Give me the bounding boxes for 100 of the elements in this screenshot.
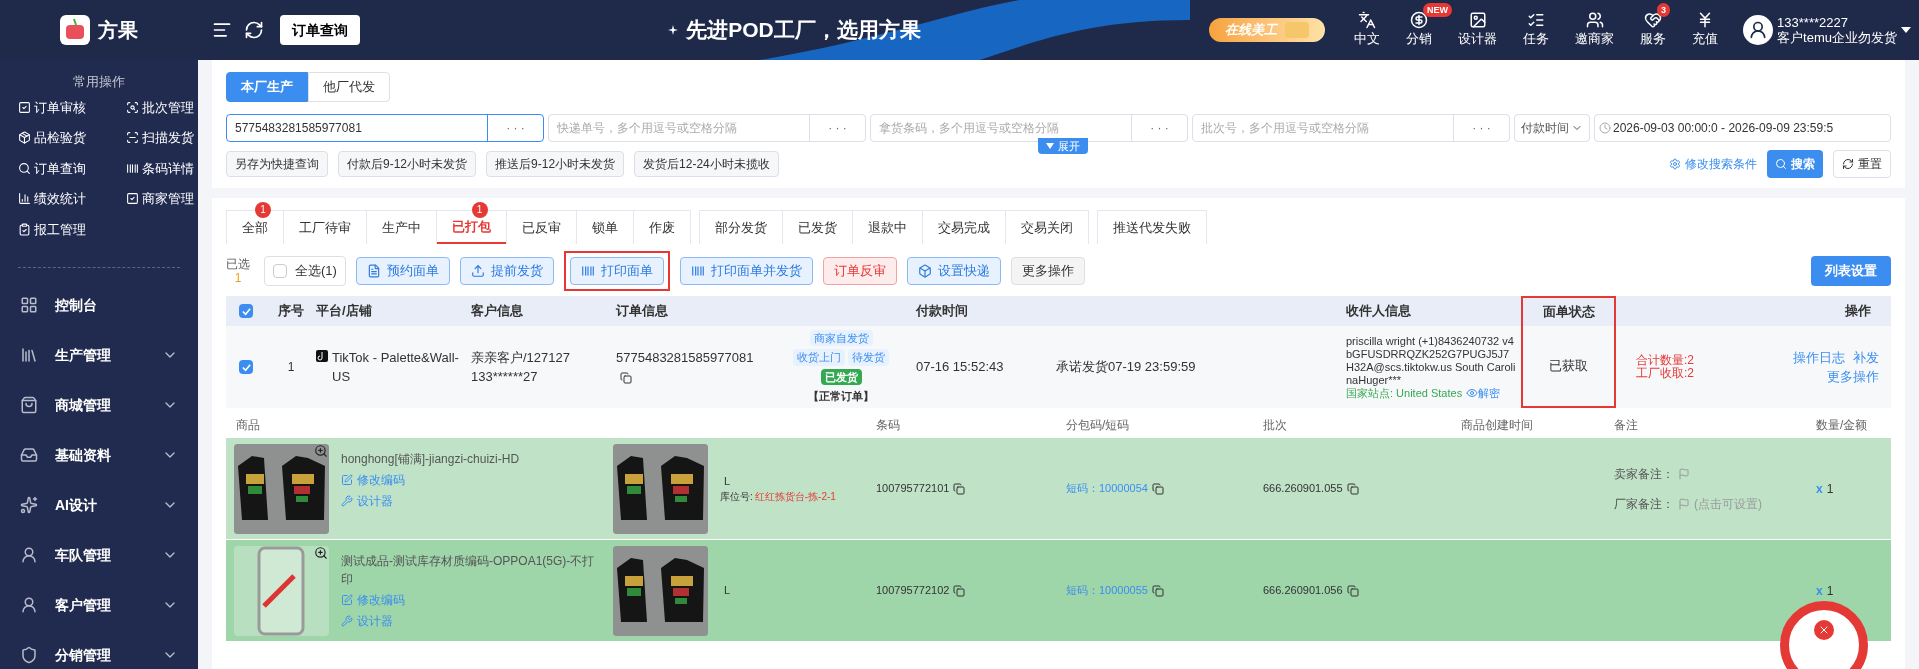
reset-button[interactable]: 重置 (1833, 150, 1891, 178)
selected-count: 1 (234, 271, 242, 285)
status-tab[interactable]: 锁单 (577, 211, 633, 244)
edit-icon (341, 593, 353, 606)
menu-item[interactable]: 基础资料 (0, 430, 198, 480)
more-button[interactable]: · · · (1131, 115, 1187, 141)
edit-conditions-link[interactable]: 修改搜索条件 (1669, 155, 1757, 173)
quick-query-button[interactable]: 发货后12-24小时未揽收 (634, 151, 779, 177)
quick-link[interactable]: 绩效统计 (18, 189, 108, 209)
order-type: 【正常订单】 (808, 389, 874, 404)
column-header: 操作 (1844, 302, 1872, 321)
status-tab[interactable]: 交易关闭 (1006, 211, 1088, 244)
menu-item[interactable]: 车队管理 (0, 530, 198, 580)
source-tab[interactable]: 他厂代发 (308, 72, 390, 102)
menu-icon[interactable] (212, 20, 232, 40)
refresh-icon[interactable] (244, 20, 264, 40)
action-button[interactable]: 提前发货 (459, 257, 554, 285)
status-tab[interactable]: 交易完成 (923, 211, 1005, 244)
quick-link[interactable]: 订单审核 (18, 97, 108, 117)
chart-icon (18, 192, 31, 206)
date-range-field[interactable]: 2026-09-03 00:00:0 - 2026-09-09 23:59:5 (1594, 114, 1891, 142)
nav-button[interactable]: 中文 (1341, 11, 1394, 49)
short-code: 短码：10000054 (1066, 481, 1148, 497)
action-button[interactable]: 设置快递 (906, 257, 1001, 285)
column-header: 批次 (1263, 417, 1288, 434)
search-field[interactable]: 拿货条码，多个用逗号或空格分隔 · · · (870, 114, 1188, 142)
menu-item[interactable]: 分销管理 (0, 630, 198, 669)
copy-icon[interactable] (1346, 482, 1359, 495)
quick-link[interactable]: 品检验货 (18, 128, 108, 148)
time-select[interactable]: 付款时间 (1514, 114, 1590, 142)
header-checkbox[interactable] (239, 304, 253, 318)
menu-item[interactable]: 生产管理 (0, 330, 198, 380)
search-field[interactable]: 批次号，多个用逗号或空格分隔 · · · (1192, 114, 1510, 142)
copy-icon[interactable] (620, 371, 632, 384)
row-checkbox[interactable] (239, 360, 253, 374)
status-tab[interactable]: 生产中 (367, 211, 436, 244)
copy-icon[interactable] (953, 584, 966, 597)
quick-query-button[interactable]: 另存为快捷查询 (226, 151, 328, 177)
menu-item[interactable]: 商城管理 (0, 380, 198, 430)
column-header: 收件人信息 (1346, 302, 1412, 321)
promo-text: 在线美工 (1225, 21, 1278, 40)
copy-icon[interactable] (1151, 482, 1164, 495)
document-icon (366, 264, 381, 278)
status-tab[interactable]: 已反审 (507, 211, 576, 244)
quick-link[interactable]: 条码详情 (126, 158, 198, 178)
column-header: 数量/金额 (1816, 417, 1869, 434)
more-button[interactable]: · · · (809, 115, 865, 141)
quick-link[interactable]: 报工管理 (18, 219, 108, 239)
zoom-icon[interactable] (314, 443, 328, 458)
quantity: 1 (1826, 480, 1834, 498)
status-tab[interactable]: 作废 (634, 211, 690, 244)
select-all-checkbox[interactable]: 全选(1) (264, 256, 346, 286)
action-button[interactable]: 打印面单 (569, 257, 664, 285)
quick-link[interactable]: 扫描发货 (126, 128, 198, 148)
action-button[interactable]: 更多操作 (1010, 257, 1085, 285)
page-tab[interactable]: 订单查询 (280, 15, 360, 45)
size-text: L (723, 473, 732, 489)
menu-item[interactable]: AI设计 (0, 480, 198, 530)
selected-label: 已选 (226, 257, 250, 271)
action-button[interactable]: 打印面单并发货 (679, 257, 813, 285)
check-icon (241, 306, 251, 316)
quick-link[interactable]: 批次管理 (126, 97, 198, 117)
menu-item[interactable]: 控制台 (0, 280, 198, 330)
status-tab[interactable]: 已发货 (783, 211, 852, 244)
avatar[interactable] (1743, 15, 1774, 45)
quick-query-button[interactable]: 推送后9-12小时未发货 (486, 151, 625, 177)
person-icon (20, 546, 38, 564)
recipient-info: priscilla wright (+1)8436240732 v4bGFUSDRRQZK252G7PUGJ5J7H32A@scs.tiktokw.us South CarolinaHuger*** (1346, 334, 1517, 387)
users-icon (1585, 11, 1604, 30)
status-tab[interactable]: 退款中 (853, 211, 922, 244)
search-field[interactable]: 快递单号，多个用逗号或空格分隔 · · · (548, 114, 866, 142)
status-tab[interactable]: 工厂待审 (284, 211, 366, 244)
copy-icon[interactable] (1151, 584, 1164, 597)
more-button[interactable]: · · · (1453, 115, 1509, 141)
quick-link[interactable]: 订单查询 (18, 158, 108, 178)
quick-link[interactable]: 商家管理 (126, 189, 198, 209)
status-tab[interactable]: 推送代发失败 (1098, 211, 1206, 244)
dropdown-icon[interactable] (1901, 27, 1911, 33)
count-badge: 1 (471, 202, 488, 218)
zoom-icon[interactable] (314, 545, 328, 560)
quick-query-button[interactable]: 付款后9-12小时未发货 (338, 151, 477, 177)
copy-icon[interactable] (953, 482, 966, 495)
nav-button[interactable]: 任务 (1510, 11, 1563, 49)
action-button[interactable]: 预约面单 (355, 257, 450, 285)
customer-info: 亲亲客户/127127 133******27 (471, 348, 571, 386)
status-tab[interactable]: 部分发货 (700, 211, 782, 244)
promise-time: 承诺发货07-19 23:59:59 (1056, 358, 1197, 377)
search-field[interactable]: 5775483281585977081 · · · (226, 114, 544, 142)
grid-icon (20, 296, 38, 314)
action-button[interactable]: 订单反审 (822, 257, 897, 285)
refresh-icon (1842, 158, 1854, 170)
nav-button[interactable]: 邀商家 (1562, 11, 1628, 49)
copy-icon[interactable] (1346, 584, 1359, 597)
menu-item[interactable]: 客户管理 (0, 580, 198, 630)
row-index: 1 (286, 359, 296, 376)
order-tag: 已发货 (820, 368, 862, 385)
more-button[interactable]: · · · (487, 115, 543, 141)
box-icon (917, 264, 932, 278)
nav-button[interactable]: 充值 (1679, 11, 1732, 49)
total-text: 工厂收取:2 (1636, 367, 1695, 380)
